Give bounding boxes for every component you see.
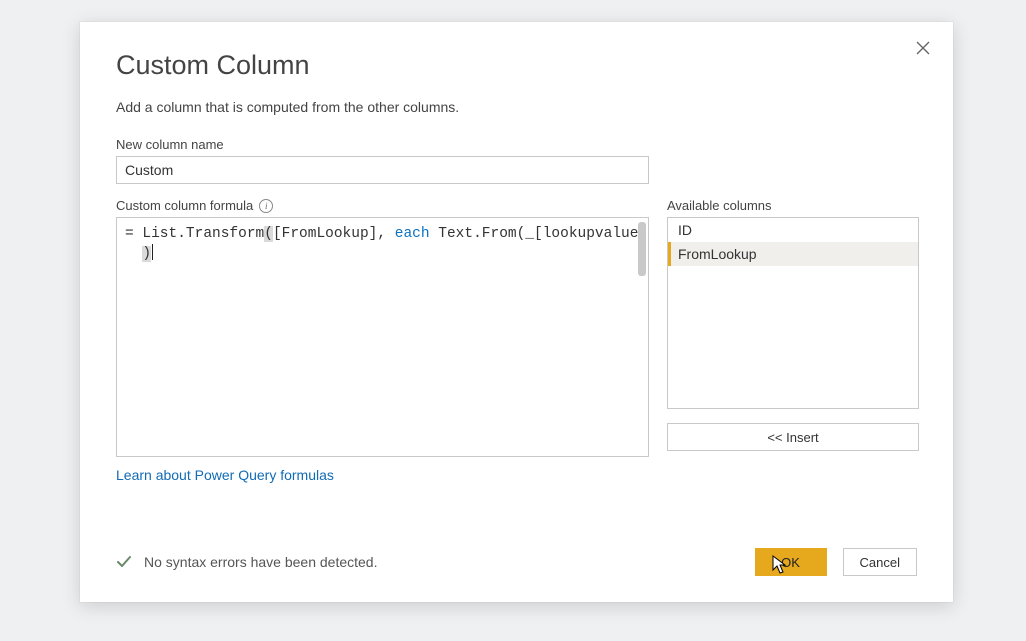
formula-paren-close: ): [142, 246, 151, 262]
formula-paren-open: (: [264, 226, 273, 242]
formula-label-text: Custom column formula: [116, 198, 253, 213]
cancel-button[interactable]: Cancel: [843, 548, 917, 576]
scrollbar-thumb[interactable]: [638, 222, 646, 276]
available-columns-list: IDFromLookup: [667, 217, 919, 409]
close-icon[interactable]: [915, 40, 935, 60]
formula-keyword: each: [395, 226, 430, 242]
ok-button-label: OK: [781, 555, 800, 570]
formula-text: (_[lookupvalue]): [517, 226, 649, 242]
dialog-title: Custom Column: [116, 50, 917, 81]
available-column-item[interactable]: ID: [668, 218, 918, 242]
status-text: No syntax errors have been detected.: [144, 554, 377, 570]
formula-text: =: [125, 226, 142, 242]
column-name-input[interactable]: [116, 156, 649, 184]
ok-button[interactable]: OK: [755, 548, 827, 576]
column-name-label: New column name: [116, 137, 917, 152]
insert-button[interactable]: << Insert: [667, 423, 919, 451]
dialog-subtitle: Add a column that is computed from the o…: [116, 99, 917, 115]
custom-column-dialog: Custom Column Add a column that is compu…: [80, 22, 953, 602]
text-caret: [152, 244, 153, 260]
available-columns-label: Available columns: [667, 198, 919, 213]
formula-editor[interactable]: = List.Transform([FromLookup], each Text…: [116, 217, 649, 457]
formula-text: [430, 226, 439, 242]
info-icon[interactable]: i: [259, 199, 273, 213]
formula-text: List.Transform: [142, 226, 264, 242]
formula-text: Text.From: [438, 226, 516, 242]
available-column-item[interactable]: FromLookup: [668, 242, 918, 266]
check-icon: [116, 554, 132, 570]
learn-more-link[interactable]: Learn about Power Query formulas: [116, 467, 334, 483]
formula-text: [FromLookup],: [273, 226, 395, 242]
formula-label: Custom column formula i: [116, 198, 649, 213]
